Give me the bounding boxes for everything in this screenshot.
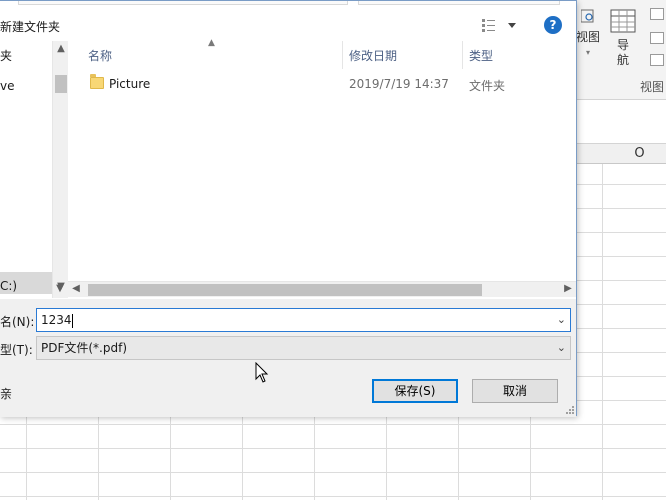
filename-input[interactable]: 1234 ⌄ [36, 308, 571, 332]
ribbon-page-icon-2[interactable] [650, 54, 664, 66]
nav-item-folder[interactable]: 夹 [0, 47, 12, 64]
ribbon-view-button[interactable]: 视图 ▾ [576, 8, 600, 60]
folder-icon [90, 74, 104, 89]
dialog-toolbar: 新建文件夹 ? [0, 1, 576, 45]
scroll-left-icon[interactable]: ◀ [68, 283, 84, 294]
sort-caret-icon: ▲ [208, 38, 215, 48]
file-list: ▲ 名称 修改日期 类型 Picture 2019/7/19 14:37 文件夹 [68, 38, 576, 281]
filetype-label: 型(T): [0, 343, 33, 357]
nav-item-c-drive[interactable]: C:) [0, 279, 17, 293]
navigation-pane: 夹 ve C:) [0, 41, 52, 298]
column-separator[interactable] [462, 41, 463, 69]
ribbon-page-icon[interactable] [650, 32, 664, 44]
dialog-bottom-panel: 名(N): 1234 ⌄ 型(T): PDF文件(*.pdf) ⌄ 亲 保存(S… [0, 299, 576, 417]
file-list-hscrollbar[interactable]: ◀ ▶ [68, 281, 576, 297]
scroll-up-icon[interactable]: ▲ [53, 43, 69, 54]
formula-bar-area [576, 100, 666, 144]
ribbon-navigation-button[interactable]: 导 航 [608, 8, 638, 68]
help-icon[interactable]: ? [544, 16, 562, 34]
column-separator[interactable] [342, 41, 343, 69]
resize-grip-icon[interactable] [565, 405, 575, 415]
column-header-name[interactable]: 名称 [88, 47, 112, 64]
column-header-row: O [576, 144, 666, 164]
path-bar[interactable] [18, 1, 348, 5]
hscroll-thumb[interactable] [88, 284, 482, 296]
cancel-button[interactable]: 取消 [472, 379, 558, 403]
ribbon-group-label: 视图 [639, 80, 664, 94]
ribbon-select-icon[interactable] [650, 8, 664, 20]
ribbon: 视图 ▾ 导 航 视图 [576, 0, 666, 100]
filetype-dropdown-icon[interactable]: ⌄ [557, 337, 566, 359]
save-button[interactable]: 保存(S) [372, 379, 458, 403]
scroll-right-icon[interactable]: ▶ [560, 283, 576, 294]
nav-item-drive[interactable]: ve [0, 79, 14, 93]
filetype-select[interactable]: PDF文件(*.pdf) ⌄ [36, 336, 571, 360]
file-type: 文件夹 [469, 79, 506, 93]
ribbon-view-label: 视图 [576, 30, 601, 44]
filename-value: 1234 [41, 313, 72, 327]
filename-label: 名(N): [0, 315, 35, 329]
ribbon-nav-label-2: 航 [616, 53, 629, 67]
text-caret [71, 313, 73, 328]
column-header-modified[interactable]: 修改日期 [349, 47, 397, 64]
ribbon-nav-label-1: 导 [616, 38, 629, 52]
save-as-dialog: 新建文件夹 ? 夹 ve C:) ▲ ▼ ▲ 名称 修改日期 类型 Pictur… [0, 0, 577, 417]
file-modified: 2019/7/19 14:37 [349, 77, 449, 91]
column-header-type[interactable]: 类型 [469, 47, 493, 64]
nav-pane-scrollbar[interactable]: ▲ ▼ [52, 41, 68, 298]
hide-folders-link[interactable]: 亲 [0, 385, 12, 402]
ribbon-dropdown-icon: ▾ [585, 48, 590, 57]
nav-scroll-down-icon[interactable]: ▼ [52, 283, 68, 294]
view-options-button[interactable] [480, 16, 520, 34]
mouse-cursor-icon [255, 362, 269, 383]
file-name: Picture [109, 77, 151, 91]
column-header-o[interactable]: O [604, 144, 666, 164]
view-options-icon [482, 19, 516, 32]
new-folder-button[interactable]: 新建文件夹 [0, 18, 60, 35]
nav-scroll-thumb[interactable] [55, 75, 67, 93]
file-row[interactable]: Picture 2019/7/19 14:37 文件夹 [68, 73, 576, 95]
magnifier-icon [580, 9, 594, 23]
search-box[interactable] [358, 1, 560, 5]
filename-dropdown-icon[interactable]: ⌄ [557, 309, 566, 331]
navigation-grid-icon [610, 9, 636, 33]
filetype-value: PDF文件(*.pdf) [41, 341, 128, 355]
